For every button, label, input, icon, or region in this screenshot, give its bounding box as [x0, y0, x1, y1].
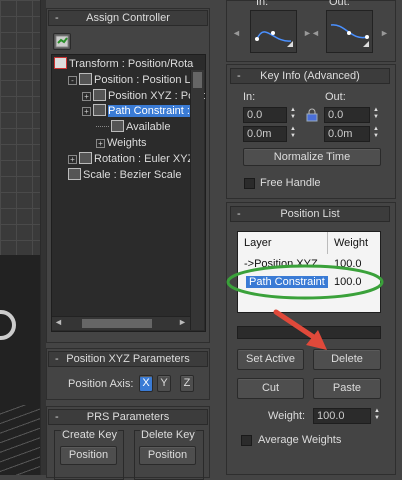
red-arrow-line: [273, 309, 321, 343]
green-highlight-ellipse: [226, 264, 384, 300]
annotation-overlay: [226, 264, 384, 350]
